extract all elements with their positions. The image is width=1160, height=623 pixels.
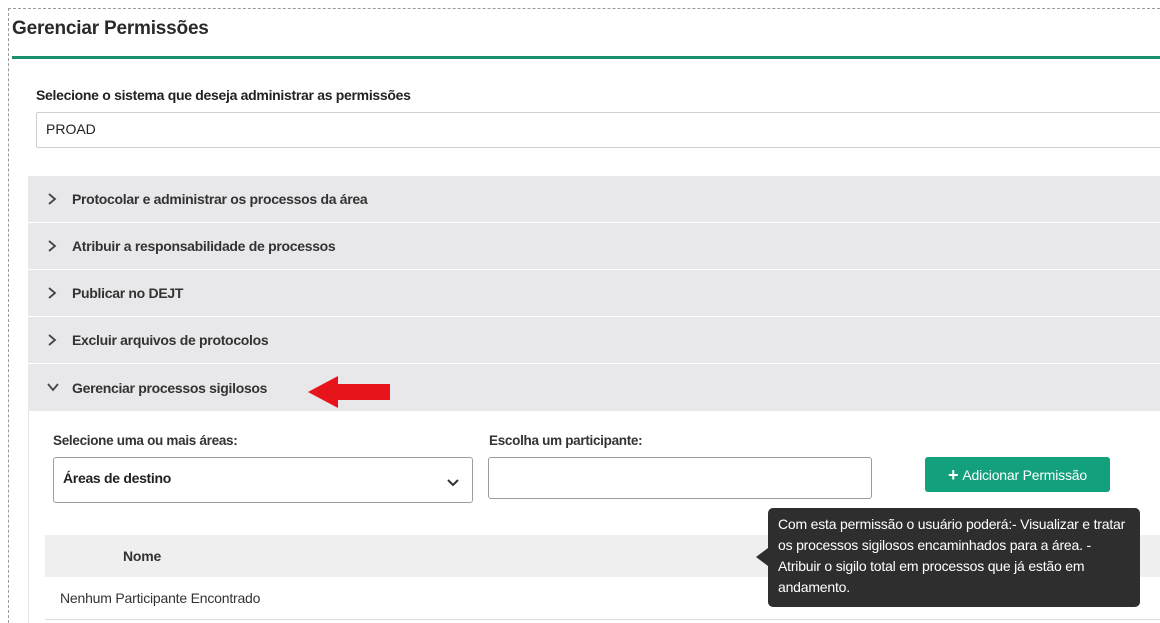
participant-input[interactable] bbox=[488, 457, 872, 499]
chevron-down-icon bbox=[46, 381, 72, 395]
participant-input-label: Escolha um participante: bbox=[489, 433, 643, 448]
dashed-frame-top bbox=[8, 8, 1160, 9]
title-divider bbox=[12, 56, 1160, 59]
add-permission-label: Adicionar Permissão bbox=[962, 466, 1087, 483]
areas-select-value: Áreas de destino bbox=[63, 470, 172, 486]
tooltip-pointer bbox=[756, 548, 768, 566]
chevron-right-icon bbox=[46, 239, 72, 253]
plus-icon: + bbox=[948, 464, 959, 485]
areas-select[interactable]: Áreas de destino bbox=[53, 457, 473, 503]
page-title: Gerenciar Permissões bbox=[12, 18, 209, 39]
accordion-item-sigilosos[interactable]: Gerenciar processos sigilosos bbox=[28, 364, 1160, 411]
add-permission-button[interactable]: + Adicionar Permissão bbox=[925, 457, 1110, 492]
permission-tooltip: Com esta permissão o usuário poderá:- Vi… bbox=[768, 508, 1140, 607]
accordion-item-label: Atribuir a responsabilidade de processos bbox=[72, 238, 336, 254]
areas-select-label: Selecione uma ou mais áreas: bbox=[53, 433, 238, 448]
chevron-down-icon bbox=[446, 475, 460, 493]
accordion-item-label: Gerenciar processos sigilosos bbox=[72, 379, 268, 396]
table-header-select bbox=[45, 535, 123, 577]
chevron-right-icon bbox=[46, 192, 72, 206]
chevron-right-icon bbox=[46, 333, 72, 347]
system-select-value: PROAD bbox=[46, 121, 96, 137]
accordion-item-atribuir[interactable]: Atribuir a responsabilidade de processos bbox=[28, 223, 1160, 270]
accordion-item-protocolar[interactable]: Protocolar e administrar os processos da… bbox=[28, 176, 1160, 223]
accordion-item-excluir[interactable]: Excluir arquivos de protocolos bbox=[28, 317, 1160, 364]
accordion-item-publicar[interactable]: Publicar no DEJT bbox=[28, 270, 1160, 317]
accordion-item-label: Publicar no DEJT bbox=[72, 285, 184, 301]
red-annotation-arrow-icon bbox=[308, 376, 390, 408]
accordion-item-label: Protocolar e administrar os processos da… bbox=[72, 191, 368, 207]
dashed-frame-left bbox=[8, 8, 9, 623]
accordion-item-label: Excluir arquivos de protocolos bbox=[72, 332, 269, 348]
system-select-label: Selecione o sistema que deseja administr… bbox=[36, 87, 411, 103]
chevron-right-icon bbox=[46, 286, 72, 300]
system-select[interactable]: PROAD bbox=[36, 112, 1160, 148]
